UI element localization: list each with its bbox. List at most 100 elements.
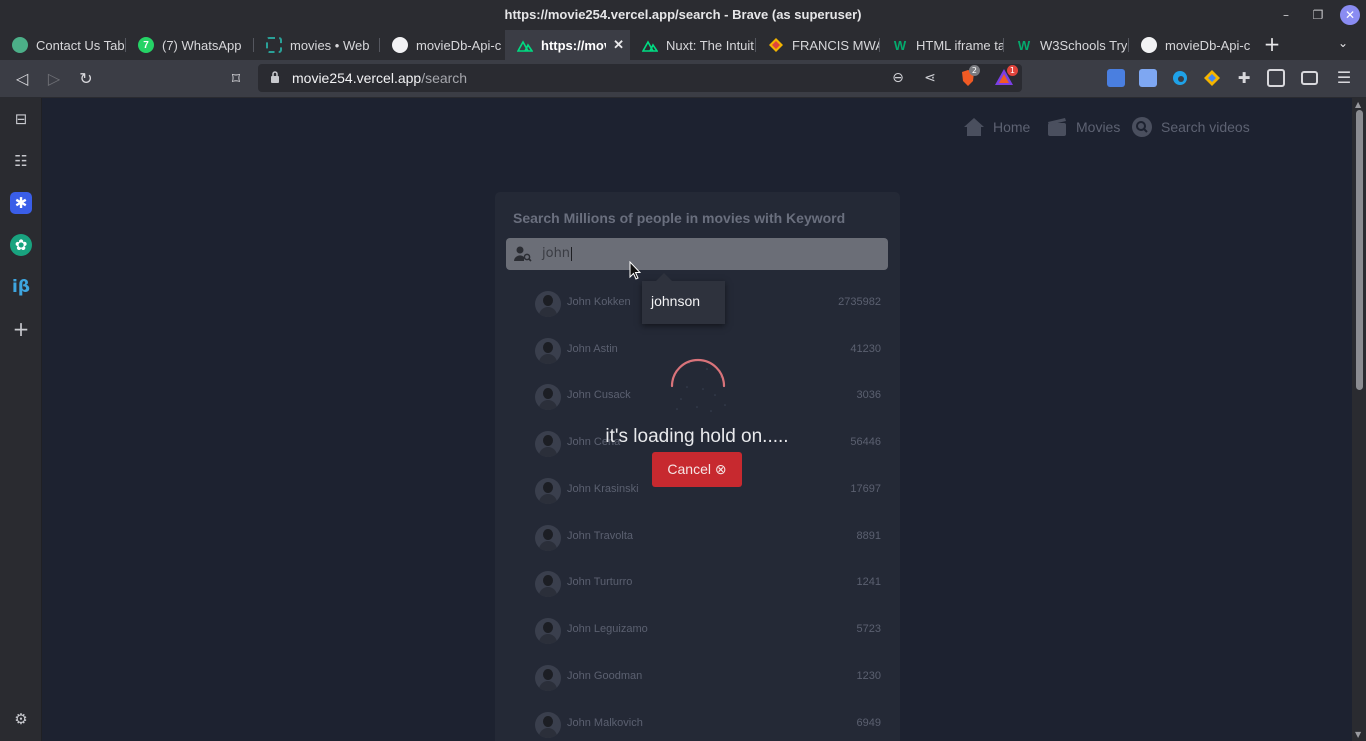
rewards-count-badge: 1 xyxy=(1006,65,1018,76)
person-name: John Turturro xyxy=(567,576,633,588)
scrollbar-thumb[interactable] xyxy=(1356,110,1363,390)
w3schools-icon: W xyxy=(893,37,907,53)
nuxt-icon xyxy=(642,37,658,53)
nav-home[interactable]: Home xyxy=(963,116,1030,138)
result-row[interactable]: John Travolta 8891 xyxy=(535,525,881,551)
brave-shields-icon[interactable]: 2 xyxy=(958,65,980,88)
extensions-puzzle-icon[interactable]: ✚ xyxy=(1235,69,1253,87)
share-icon[interactable]: ⋖ xyxy=(920,68,940,88)
nav-movies[interactable]: Movies xyxy=(1046,116,1120,138)
close-window-button[interactable]: ✕ xyxy=(1340,5,1360,25)
tab-label: movieDb-Api-c xyxy=(416,37,502,53)
app-icon[interactable]: ✱ xyxy=(10,192,32,214)
person-name: John Krasinski xyxy=(567,483,639,495)
page-scrollbar[interactable]: ▲ ▼ xyxy=(1352,98,1366,741)
person-avatar xyxy=(535,571,561,597)
nav-search-videos[interactable]: Search videos xyxy=(1131,116,1250,138)
extension-docs-icon[interactable] xyxy=(1139,69,1157,87)
tab-nuxt[interactable]: Nuxt: The Intuit xyxy=(630,30,756,60)
wallet-icon[interactable] xyxy=(1301,71,1318,85)
tab-strip: Contact Us Tab 7 (7) WhatsApp movies • W… xyxy=(0,30,1366,60)
whatsapp-icon: 7 xyxy=(138,37,154,53)
cancel-button[interactable]: Cancel ⊗ xyxy=(652,452,742,487)
person-name: John Malkovich xyxy=(567,717,643,729)
close-tab-icon[interactable]: ✕ xyxy=(613,37,624,53)
nuxt-icon xyxy=(517,37,533,53)
ib-icon[interactable]: iβ xyxy=(10,276,32,298)
sidebar-settings-icon[interactable]: ⚙ xyxy=(10,708,32,730)
person-avatar xyxy=(535,665,561,691)
tab-label: movies • Web xyxy=(290,37,370,53)
tab-w3schools[interactable]: W W3Schools Try xyxy=(1004,30,1129,60)
result-row[interactable]: John Goodman 1230 xyxy=(535,665,881,691)
result-row[interactable]: John Leguizamo 5723 xyxy=(535,618,881,644)
scroll-up-icon[interactable]: ▲ xyxy=(1355,100,1361,109)
window-title: https://movie254.vercel.app/search - Bra… xyxy=(504,7,862,22)
tab-label: W3Schools Try xyxy=(1040,37,1128,53)
sidebar-toggle-icon[interactable] xyxy=(1267,69,1285,87)
shield-count-badge: 2 xyxy=(968,65,980,76)
person-id: 5723 xyxy=(856,623,881,635)
tab-moviedb-api-2[interactable]: movieDb-Api-c xyxy=(1129,30,1253,60)
person-id: 1241 xyxy=(856,576,881,588)
tab-label: FRANCIS MWA xyxy=(792,37,880,53)
tab-movies-web[interactable]: movies • Web xyxy=(254,30,380,60)
movies-icon xyxy=(1048,118,1066,136)
tab-francis[interactable]: FRANCIS MWA xyxy=(756,30,880,60)
reading-list-icon[interactable]: ☷ xyxy=(10,150,32,172)
extension-edge-icon[interactable] xyxy=(1171,69,1189,87)
tab-html-iframe[interactable]: W HTML iframe ta xyxy=(880,30,1004,60)
nav-movies-label: Movies xyxy=(1076,119,1121,135)
tab-contact-us[interactable]: Contact Us Tab xyxy=(0,30,126,60)
github-icon xyxy=(392,37,408,53)
chatgpt-icon[interactable]: ✿ xyxy=(10,234,32,256)
person-id: 6949 xyxy=(856,717,881,729)
lock-icon xyxy=(271,71,279,83)
forward-button[interactable]: ▷ xyxy=(43,68,65,90)
brave-rewards-icon[interactable]: 1 xyxy=(994,65,1018,88)
tab-label: (7) WhatsApp xyxy=(162,37,242,53)
restore-button[interactable]: ❐ xyxy=(1308,5,1328,25)
tab-label: Nuxt: The Intuit xyxy=(666,37,754,53)
new-tab-button[interactable]: + xyxy=(1262,33,1282,57)
address-bar[interactable]: movie254.vercel.app/search ⊖ ⋖ 2 1 xyxy=(258,64,1022,92)
person-name: John Cusack xyxy=(567,389,631,401)
person-id: 3036 xyxy=(856,389,881,401)
mouse-cursor-icon xyxy=(629,261,641,280)
nav-home-label: Home xyxy=(993,119,1031,135)
home-icon xyxy=(964,118,984,136)
result-row[interactable]: John Malkovich 6949 xyxy=(535,712,881,738)
back-button[interactable]: ◁ xyxy=(11,68,33,90)
person-id: 17697 xyxy=(850,483,881,495)
web-icon xyxy=(266,37,282,53)
w3schools-icon: W xyxy=(1017,37,1031,53)
bookmark-button[interactable]: ⌑ xyxy=(225,68,247,90)
scroll-down-icon[interactable]: ▼ xyxy=(1355,730,1361,739)
person-name: John Kokken xyxy=(567,296,631,308)
add-sidebar-item-icon[interactable]: + xyxy=(10,318,32,340)
person-id: 2735982 xyxy=(838,296,881,308)
person-name: John Astin xyxy=(567,343,618,355)
github-icon xyxy=(1141,37,1157,53)
minimize-button[interactable]: – xyxy=(1276,5,1296,25)
search-icon xyxy=(1132,117,1152,137)
result-row[interactable]: John Turturro 1241 xyxy=(535,571,881,597)
bookmarks-icon[interactable]: ⊟ xyxy=(10,108,32,130)
autocomplete-option[interactable]: johnson xyxy=(651,293,700,309)
search-value: john xyxy=(542,246,573,261)
tab-whatsapp[interactable]: 7 (7) WhatsApp xyxy=(126,30,254,60)
extension-diamond-icon[interactable] xyxy=(1203,69,1221,87)
menu-icon[interactable]: ☰ xyxy=(1333,67,1355,89)
zoom-icon[interactable]: ⊖ xyxy=(888,68,908,88)
loading-spinner xyxy=(670,358,726,412)
person-name: John Leguizamo xyxy=(567,623,648,635)
loading-text: it's loading hold on..... xyxy=(605,426,789,447)
tab-list-chevron-icon[interactable]: ⌄ xyxy=(1338,36,1348,50)
people-search-input[interactable]: john xyxy=(506,238,888,270)
browser-sidebar: ⊟ ☷ ✱ ✿ iβ + ⚙ xyxy=(0,98,42,741)
person-id: 8891 xyxy=(856,530,881,542)
extension-p-icon[interactable] xyxy=(1107,69,1125,87)
tab-movie254-active[interactable]: https://mov ✕ xyxy=(505,30,630,60)
tab-moviedb-api[interactable]: movieDb-Api-c xyxy=(380,30,505,60)
reload-button[interactable]: ↻ xyxy=(75,68,97,90)
